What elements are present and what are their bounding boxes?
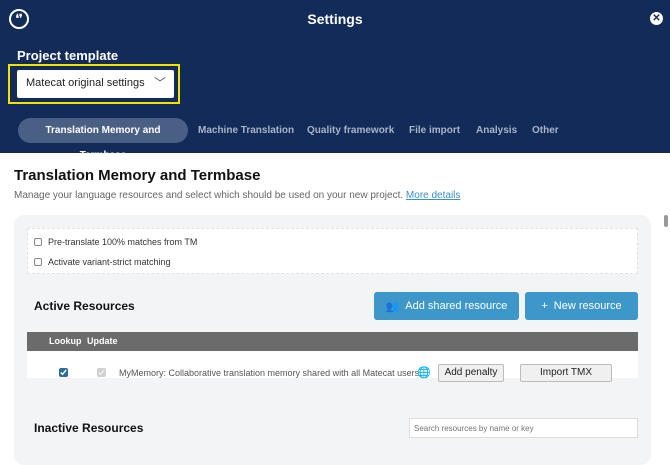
section-description: Manage your language resources and selec… <box>14 190 460 201</box>
project-template-label: Project template <box>17 48 119 63</box>
lookup-checkbox[interactable] <box>59 368 68 377</box>
globe-icon: 🌐 <box>417 367 431 379</box>
inactive-resources-title: Inactive Resources <box>34 421 144 435</box>
add-user-icon: 👥 <box>385 300 400 313</box>
modal-title: Settings <box>307 11 363 27</box>
checkbox[interactable] <box>34 238 42 246</box>
option-label: Pre-translate 100% matches from TM <box>48 237 198 247</box>
tab-file-import[interactable]: File import <box>399 118 470 143</box>
project-template-select[interactable]: Matecat original settings ﹀ <box>17 70 174 98</box>
tab-machine-translation[interactable]: Machine Translation <box>188 118 304 143</box>
update-checkbox[interactable] <box>97 368 106 377</box>
column-lookup: Lookup <box>49 336 82 346</box>
active-resources-title: Active Resources <box>34 299 135 313</box>
tab-translation-memory[interactable]: Translation Memory and Termbase <box>18 118 188 161</box>
resource-name: MyMemory: Collaborative translation memo… <box>119 368 422 378</box>
option-label: Activate variant-strict matching <box>48 257 171 267</box>
add-penalty-button[interactable]: Add penalty <box>438 364 504 382</box>
scrollbar[interactable] <box>664 215 668 227</box>
more-details-link[interactable]: More details <box>406 190 460 201</box>
options-box <box>27 228 638 274</box>
section-title: Translation Memory and Termbase <box>14 167 261 184</box>
new-resource-button[interactable]: + New resource <box>525 292 638 320</box>
selected-value: Matecat original settings <box>26 77 145 89</box>
plus-icon: + <box>541 300 548 312</box>
import-tmx-button[interactable]: Import TMX <box>520 364 612 382</box>
chevron-down-icon: ﹀ <box>153 76 166 90</box>
add-shared-resource-button[interactable]: 👥 Add shared resource <box>374 292 519 320</box>
search-resources-input[interactable] <box>409 418 638 438</box>
button-label: New resource <box>553 300 622 312</box>
tab-quality-framework[interactable]: Quality framework <box>297 118 404 143</box>
column-update: Update <box>87 336 118 346</box>
checkbox[interactable] <box>34 258 42 266</box>
option-variant-strict[interactable]: Activate variant-strict matching <box>34 257 171 267</box>
close-icon[interactable]: ✕ <box>650 12 663 25</box>
description-text: Manage your language resources and selec… <box>14 190 404 201</box>
tab-analysis[interactable]: Analysis <box>466 118 527 143</box>
button-label: Add shared resource <box>405 300 508 312</box>
option-pretranslate[interactable]: Pre-translate 100% matches from TM <box>34 237 197 247</box>
table-header: Lookup Update <box>27 332 638 351</box>
tab-other[interactable]: Other <box>522 118 569 143</box>
